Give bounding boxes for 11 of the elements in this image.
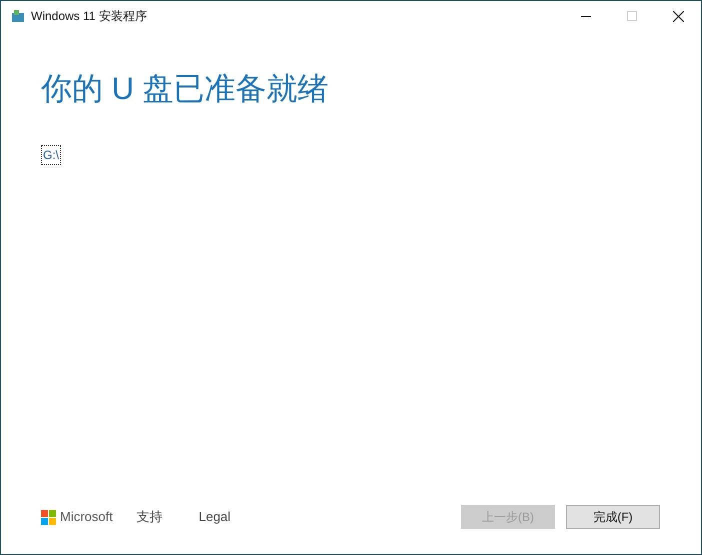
logo-icon (41, 510, 56, 524)
wizard-button[interactable]: 完成(F) (566, 505, 660, 529)
page-heading: 你的 U 盘已准备就绪 (41, 70, 329, 108)
setup-app-icon (11, 9, 25, 23)
maximize-icon (627, 11, 637, 21)
footer-link[interactable]: 支持 (136, 507, 163, 527)
brand-name: Microsoft (60, 508, 113, 526)
window-title: Windows 11 安装程序 (31, 8, 147, 25)
drive-item[interactable]: G:\ (41, 145, 62, 165)
footer-link[interactable]: Legal (198, 507, 231, 527)
close-icon (672, 10, 684, 22)
